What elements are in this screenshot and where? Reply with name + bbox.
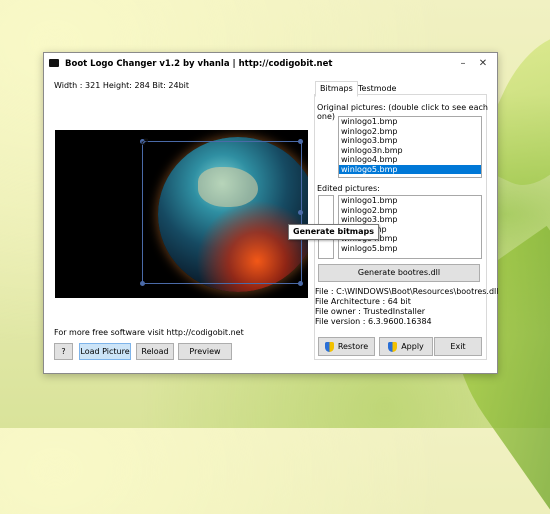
list-item[interactable]: winlogo1.bmp [339,117,481,127]
generate-bootres-button[interactable]: Generate bootres.dll [318,264,480,282]
file-path: File : C:\WINDOWS\Boot\Resources\bootres… [315,287,499,296]
apply-button[interactable]: Apply [379,337,433,356]
restore-label: Restore [337,342,369,351]
tab-bitmaps[interactable]: Bitmaps [315,81,358,97]
close-button[interactable]: ✕ [473,56,493,72]
list-item-selected[interactable]: winlogo5.bmp [339,164,481,174]
resize-handle-top-right[interactable] [298,139,303,144]
resize-handle-bottom-left[interactable] [140,281,145,286]
file-architecture: File Architecture : 64 bit [315,297,411,306]
app-window: Boot Logo Changer v1.2 by vhanla | http:… [43,52,498,374]
load-picture-button[interactable]: Load Picture [79,343,131,360]
preview-button[interactable]: Preview [178,343,232,360]
app-icon [49,59,59,67]
shield-icon [324,341,334,352]
resize-handle-right[interactable] [298,210,303,215]
restore-button[interactable]: Restore [318,337,375,356]
exit-button[interactable]: Exit [434,337,482,356]
original-pictures-list[interactable]: winlogo1.bmp winlogo2.bmp winlogo3.bmp w… [338,116,482,178]
apply-label: Apply [401,342,424,351]
list-item[interactable]: winlogo2.bmp [339,206,481,216]
file-version: File version : 6.3.9600.16384 [315,317,432,326]
reload-button[interactable]: Reload [136,343,174,360]
generate-bitmaps-tooltip: Generate bitmaps [288,224,380,240]
window-title: Boot Logo Changer v1.2 by vhanla | http:… [65,59,333,69]
list-item[interactable]: winlogo2.bmp [339,127,481,137]
file-owner: File owner : TrustedInstaller [315,307,426,316]
list-item[interactable]: winlogo4.bmp [339,155,481,165]
resize-handle-bottom-right[interactable] [298,281,303,286]
minimize-button[interactable]: – [453,56,473,72]
help-button[interactable]: ? [54,343,73,360]
promo-text: For more free software visit http://codi… [54,328,244,337]
image-dimensions: Width : 321 Height: 284 Bit: 24bit [54,81,190,90]
list-item[interactable]: winlogo5.bmp [339,244,481,254]
list-item[interactable]: winlogo3n.bmp [339,146,481,156]
list-item[interactable]: winlogo1.bmp [339,196,481,206]
edited-pictures-label: Edited pictures: [317,184,380,193]
list-item[interactable]: winlogo3.bmp [339,136,481,146]
shield-icon [388,341,398,352]
crop-selection[interactable] [142,141,302,284]
title-bar[interactable]: Boot Logo Changer v1.2 by vhanla | http:… [44,53,497,75]
